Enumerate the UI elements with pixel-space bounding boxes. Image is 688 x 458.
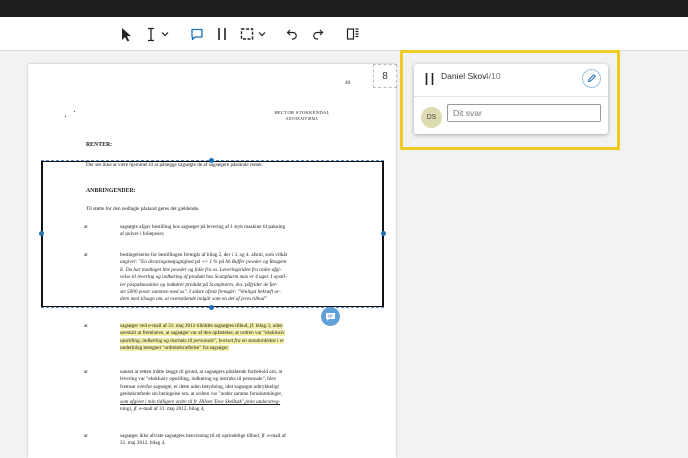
item-line: genbekræftede sin betingelse om, at ordr… [120, 391, 283, 398]
list-item: uanset at retten måtte lægge til grund, … [120, 369, 382, 413]
edit-button[interactable] [582, 69, 601, 88]
highlighted-line: særskilt at fremhæve, at sagsøger var af… [120, 330, 285, 337]
pencil-icon [587, 70, 597, 88]
header-number: 40 [345, 80, 351, 86]
text-cursor-icon[interactable] [144, 24, 158, 44]
page-layout-icon[interactable] [344, 24, 362, 44]
comment-icon[interactable] [189, 24, 205, 44]
letterhead: HECTOR STOKKENDAL ADVOKATFIRMA [272, 110, 332, 122]
chevron-down-icon[interactable] [256, 24, 268, 44]
avatar: DS [421, 107, 442, 128]
resize-handle-bottom[interactable] [209, 305, 214, 310]
item-marker: at [84, 433, 88, 439]
document-page[interactable]: 40 HECTOR STOKKENDAL ADVOKATFIRMA RENTER… [28, 64, 396, 458]
highlighted-line: underbilag betegnet "ordrebekræftelse" f… [120, 345, 229, 352]
list-item-highlighted: sagsøger ved e-mail af 31. maj 2012 tilt… [120, 323, 382, 353]
renter-heading: RENTER: [86, 142, 113, 148]
page-number-box[interactable]: 8 [373, 64, 397, 88]
page-speck [73, 101, 77, 113]
item-line: sagsøger ikke afviste sagsøgtes henvisni… [120, 433, 286, 439]
comment-counter: 4/10 [484, 71, 501, 81]
resize-handle-left[interactable] [39, 231, 44, 236]
highlighted-line: opstilling, indkøring og instruks til pe… [120, 337, 284, 344]
resize-handle-right[interactable] [381, 231, 386, 236]
letterhead-subtitle: ADVOKATFIRMA [285, 117, 319, 121]
list-item: sagsøger ikke afviste sagsøgtes henvisni… [120, 433, 382, 448]
pipe-icon[interactable] [214, 24, 230, 44]
item-marker: at [84, 323, 88, 329]
item-marker: at [84, 369, 88, 375]
comment-bubble-icon[interactable] [321, 307, 340, 326]
item-line: levering var "eksklusiv opstilling, indk… [120, 376, 277, 383]
undo-icon[interactable] [284, 24, 300, 44]
chevron-down-icon[interactable] [159, 24, 171, 44]
reply-input[interactable] [447, 104, 601, 122]
comment-author: Daniel Skov [441, 71, 487, 81]
highlighted-line: sagsøger ved e-mail af 31. maj 2012 tilt… [120, 323, 283, 329]
resize-handle-top[interactable] [209, 158, 214, 163]
page-speck [64, 106, 68, 118]
app-top-bar [0, 0, 688, 17]
item-line: ning), jf. e-mail af 31. maj 2012, bilag… [120, 406, 205, 413]
redo-icon[interactable] [310, 24, 326, 44]
cursor-arrow-icon[interactable] [118, 24, 136, 44]
item-line: som afgivet i min tidligere ordre til fr… [120, 398, 281, 405]
area-select-icon[interactable] [239, 24, 255, 44]
divider [414, 96, 608, 97]
toolbar [0, 17, 688, 51]
item-line: uanset at retten måtte lægge til grund, … [120, 369, 283, 375]
pipe-icon [424, 72, 435, 91]
selection-box[interactable] [41, 161, 384, 307]
comment-card[interactable]: Daniel Skov 4/10 DS [414, 64, 608, 134]
item-line: 31. maj 2012, bilag 4, [120, 440, 166, 447]
